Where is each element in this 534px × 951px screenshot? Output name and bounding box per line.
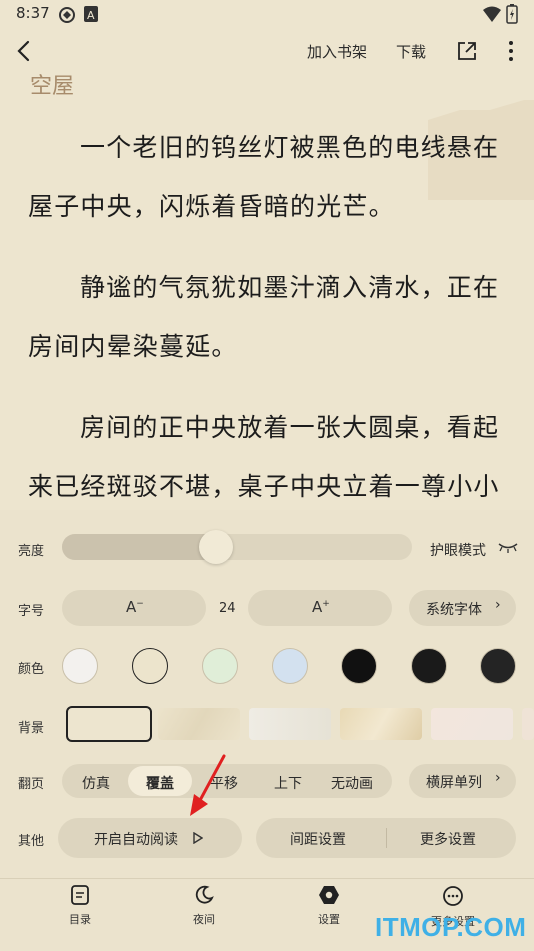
moon-icon (195, 885, 214, 904)
paragraph-1-line-1: 一个老旧的钨丝灯被黑色的电线悬在 (80, 133, 500, 162)
divider (386, 828, 387, 848)
font-decrease-button[interactable]: A− (62, 590, 206, 626)
font-size-value: 24 (219, 601, 236, 616)
color-swatch-6[interactable] (411, 648, 447, 684)
status-bar: 8:37 A (0, 0, 534, 28)
landscape-layout-label: 横屏单列 (426, 775, 482, 791)
background-option-5[interactable] (431, 708, 513, 740)
paragraph-3-line-1: 房间的正中央放着一张大圆桌，看起 (80, 413, 500, 442)
nav-toc-label: 目录 (69, 913, 91, 926)
watermark: ITMOP.COM (375, 912, 527, 942)
eye-protection-toggle[interactable]: 护眼模式 (430, 540, 486, 560)
reading-area[interactable]: 空屋 一个老旧的钨丝灯被黑色的电线悬在屋子中央，闪烁着昏暗的光芒。 静谧的气氛犹… (0, 60, 534, 510)
paragraph-2: 静谧的气氛犹如墨汁滴入清水，正在房间内晕染蔓延。 (28, 258, 512, 376)
brightness-slider-fill (62, 534, 216, 560)
other-label: 其他 (18, 834, 45, 849)
chapter-title-fragment: 空屋 (30, 74, 75, 99)
nav-toc[interactable]: 目录 (45, 885, 115, 927)
app-a-icon: A (84, 6, 98, 22)
share-icon[interactable] (456, 40, 478, 62)
color-label: 颜色 (18, 662, 45, 677)
battery-icon (506, 4, 518, 24)
nav-settings-label: 设置 (318, 913, 340, 926)
eye-closed-icon[interactable] (498, 541, 518, 553)
page-turn-option-1[interactable]: 仿真 (82, 773, 110, 793)
paragraph-1: 一个老旧的钨丝灯被黑色的电线悬在屋子中央，闪烁着昏暗的光芒。 (28, 118, 512, 236)
background-option-1[interactable] (66, 706, 152, 742)
sync-icon (59, 7, 75, 23)
paragraph-3: 房间的正中央放着一张大圆桌，看起来已经斑驳不堪，桌子中央立着一尊小小 (28, 398, 512, 510)
auto-read-button[interactable]: 开启自动阅读 (58, 818, 242, 858)
auto-read-label: 开启自动阅读 (94, 832, 178, 848)
font-increase-icon: A+ (312, 598, 330, 616)
brightness-slider-thumb[interactable] (199, 530, 233, 564)
system-font-button[interactable]: 系统字体 › (409, 590, 516, 626)
background-option-4[interactable] (340, 708, 422, 740)
page-turn-option-2[interactable]: 覆盖 (146, 773, 174, 793)
page-turn-option-4[interactable]: 上下 (274, 773, 302, 793)
font-size-label: 字号 (18, 604, 45, 619)
paragraph-3-line-2: 来已经斑驳不堪，桌子中央立着一尊小小 (28, 472, 500, 501)
chevron-right-icon: › (495, 770, 501, 786)
wifi-icon (483, 6, 501, 22)
page-turn-label: 翻页 (18, 777, 45, 792)
back-arrow-icon[interactable] (14, 40, 34, 62)
page-turn-option-5[interactable]: 无动画 (331, 773, 373, 793)
spacing-more-group: 间距设置 更多设置 (256, 818, 516, 858)
font-increase-button[interactable]: A+ (248, 590, 392, 626)
paragraph-1-line-2: 屋子中央，闪烁着昏暗的光芒。 (28, 192, 395, 221)
status-time: 8:37 (16, 4, 50, 22)
brightness-slider[interactable] (62, 534, 412, 560)
settings-icon (319, 886, 339, 904)
nav-night-label: 夜间 (193, 913, 215, 926)
chevron-right-icon: › (495, 597, 501, 613)
download-button[interactable]: 下载 (396, 41, 426, 62)
font-decrease-icon: A− (126, 598, 144, 616)
play-icon (193, 832, 203, 844)
reader-settings-panel: 亮度 护眼模式 字号 A− 24 A+ 系统字体 › 颜色 背景 翻页 仿真 覆盖… (0, 510, 534, 878)
more-icon (443, 886, 463, 906)
color-swatch-2[interactable] (132, 648, 168, 684)
more-settings-button[interactable]: 更多设置 (420, 829, 476, 849)
color-swatch-7[interactable] (480, 648, 516, 684)
color-swatch-5[interactable] (341, 648, 377, 684)
spacing-settings-button[interactable]: 间距设置 (290, 829, 346, 849)
toc-icon (71, 885, 89, 905)
annotation-arrow (190, 754, 226, 816)
brightness-label: 亮度 (18, 544, 45, 559)
svg-text:A: A (87, 9, 95, 22)
background-option-6[interactable] (522, 708, 534, 740)
add-to-shelf-button[interactable]: 加入书架 (307, 41, 367, 62)
nav-settings[interactable]: 设置 (294, 885, 364, 927)
color-swatch-1[interactable] (62, 648, 98, 684)
background-option-3[interactable] (249, 708, 331, 740)
background-label: 背景 (18, 721, 45, 736)
background-option-2[interactable] (158, 708, 240, 740)
landscape-layout-button[interactable]: 横屏单列 › (409, 764, 516, 798)
system-font-label: 系统字体 (426, 602, 482, 618)
paragraph-2-line-1: 静谧的气氛犹如墨汁滴入清水，正在 (80, 273, 500, 302)
nav-night[interactable]: 夜间 (169, 885, 239, 927)
paragraph-2-line-2: 房间内晕染蔓延。 (28, 332, 238, 361)
color-swatch-3[interactable] (202, 648, 238, 684)
color-swatch-4[interactable] (272, 648, 308, 684)
